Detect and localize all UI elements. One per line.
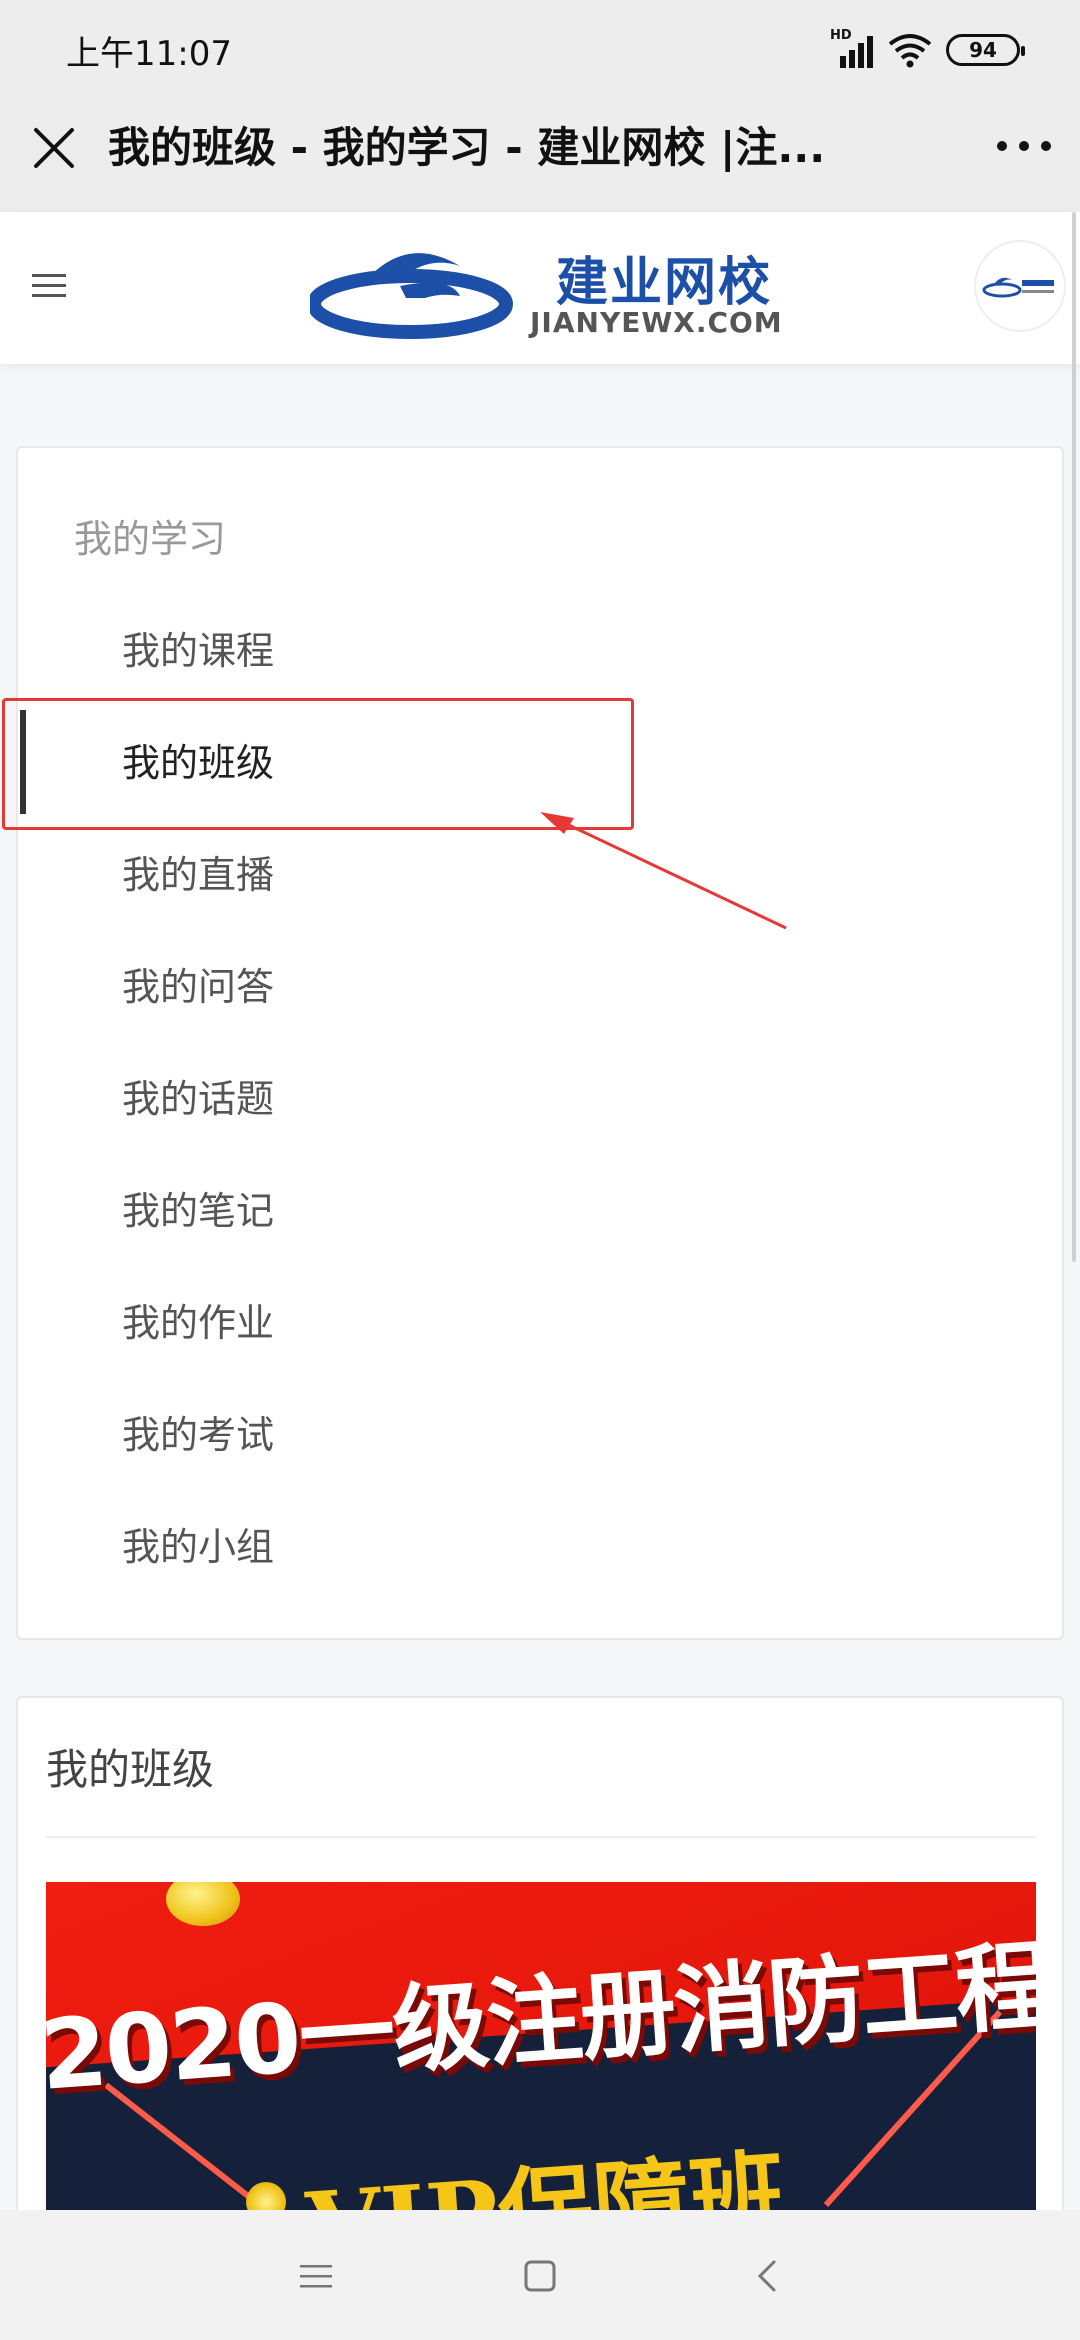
menu-item-label: 我的作业 bbox=[122, 1301, 275, 1345]
status-bar: 上午11:07 HD 94 bbox=[0, 0, 1080, 96]
close-icon[interactable] bbox=[28, 122, 80, 174]
menu-item-groups[interactable]: 我的小组 bbox=[18, 1486, 1062, 1598]
menu-item-label: 我的话题 bbox=[122, 1077, 275, 1121]
page-scrollbar[interactable] bbox=[1072, 212, 1076, 1262]
recent-apps-icon[interactable] bbox=[296, 2256, 336, 2296]
site-logo[interactable]: 建业网校 JIANYEWX.COM bbox=[310, 236, 783, 346]
avatar-logo-icon bbox=[982, 277, 1054, 298]
back-icon[interactable] bbox=[748, 2256, 788, 2296]
wifi-icon bbox=[888, 34, 932, 68]
status-time: 上午11:07 bbox=[66, 34, 232, 74]
learning-menu: 我的学习 我的课程 我的班级 我的直播 我的问答 我的话题 我的笔记 我的作业 … bbox=[16, 446, 1064, 1640]
menu-item-notes[interactable]: 我的笔记 bbox=[18, 1150, 1062, 1262]
site-header: 建业网校 JIANYEWX.COM bbox=[0, 212, 1080, 364]
coin-icon bbox=[166, 1882, 240, 1926]
annotation-arrow-icon bbox=[540, 812, 787, 930]
logo-text-en: JIANYEWX.COM bbox=[530, 306, 783, 339]
more-icon[interactable] bbox=[994, 136, 1054, 156]
title-bar: 我的班级 - 我的学习 - 建业网校 |注... bbox=[0, 96, 1080, 212]
signal-icon: HD bbox=[830, 28, 874, 68]
menu-item-courses[interactable]: 我的课程 bbox=[18, 590, 1062, 702]
menu-item-homework[interactable]: 我的作业 bbox=[18, 1262, 1062, 1374]
battery-level: 94 bbox=[969, 38, 997, 62]
system-nav-bar bbox=[0, 2210, 1080, 2340]
menu-item-topics[interactable]: 我的话题 bbox=[18, 1038, 1062, 1150]
battery-icon: 94 bbox=[946, 34, 1025, 66]
logo-text-cn: 建业网校 bbox=[556, 253, 773, 313]
section-title: 我的班级 bbox=[46, 1745, 215, 1794]
menu-item-label: 我的课程 bbox=[122, 629, 275, 673]
network-badge: HD bbox=[830, 28, 852, 43]
divider bbox=[46, 1836, 1036, 1838]
hamburger-icon[interactable] bbox=[30, 268, 70, 304]
menu-heading: 我的学习 bbox=[74, 517, 227, 561]
menu-item-label: 我的直播 bbox=[122, 853, 275, 897]
menu-item-label: 我的问答 bbox=[122, 965, 275, 1009]
menu-item-label: 我的笔记 bbox=[122, 1189, 275, 1233]
menu-item-qa[interactable]: 我的问答 bbox=[18, 926, 1062, 1038]
logo-emblem-icon bbox=[310, 253, 513, 339]
status-icons: HD 94 bbox=[830, 28, 1025, 70]
avatar[interactable] bbox=[974, 240, 1066, 332]
menu-item-label: 我的考试 bbox=[122, 1413, 275, 1457]
menu-item-exams[interactable]: 我的考试 bbox=[18, 1374, 1062, 1486]
page-title: 我的班级 - 我的学习 - 建业网校 |注... bbox=[108, 123, 826, 172]
home-icon[interactable] bbox=[520, 2256, 560, 2296]
menu-item-label: 我的小组 bbox=[122, 1525, 275, 1569]
